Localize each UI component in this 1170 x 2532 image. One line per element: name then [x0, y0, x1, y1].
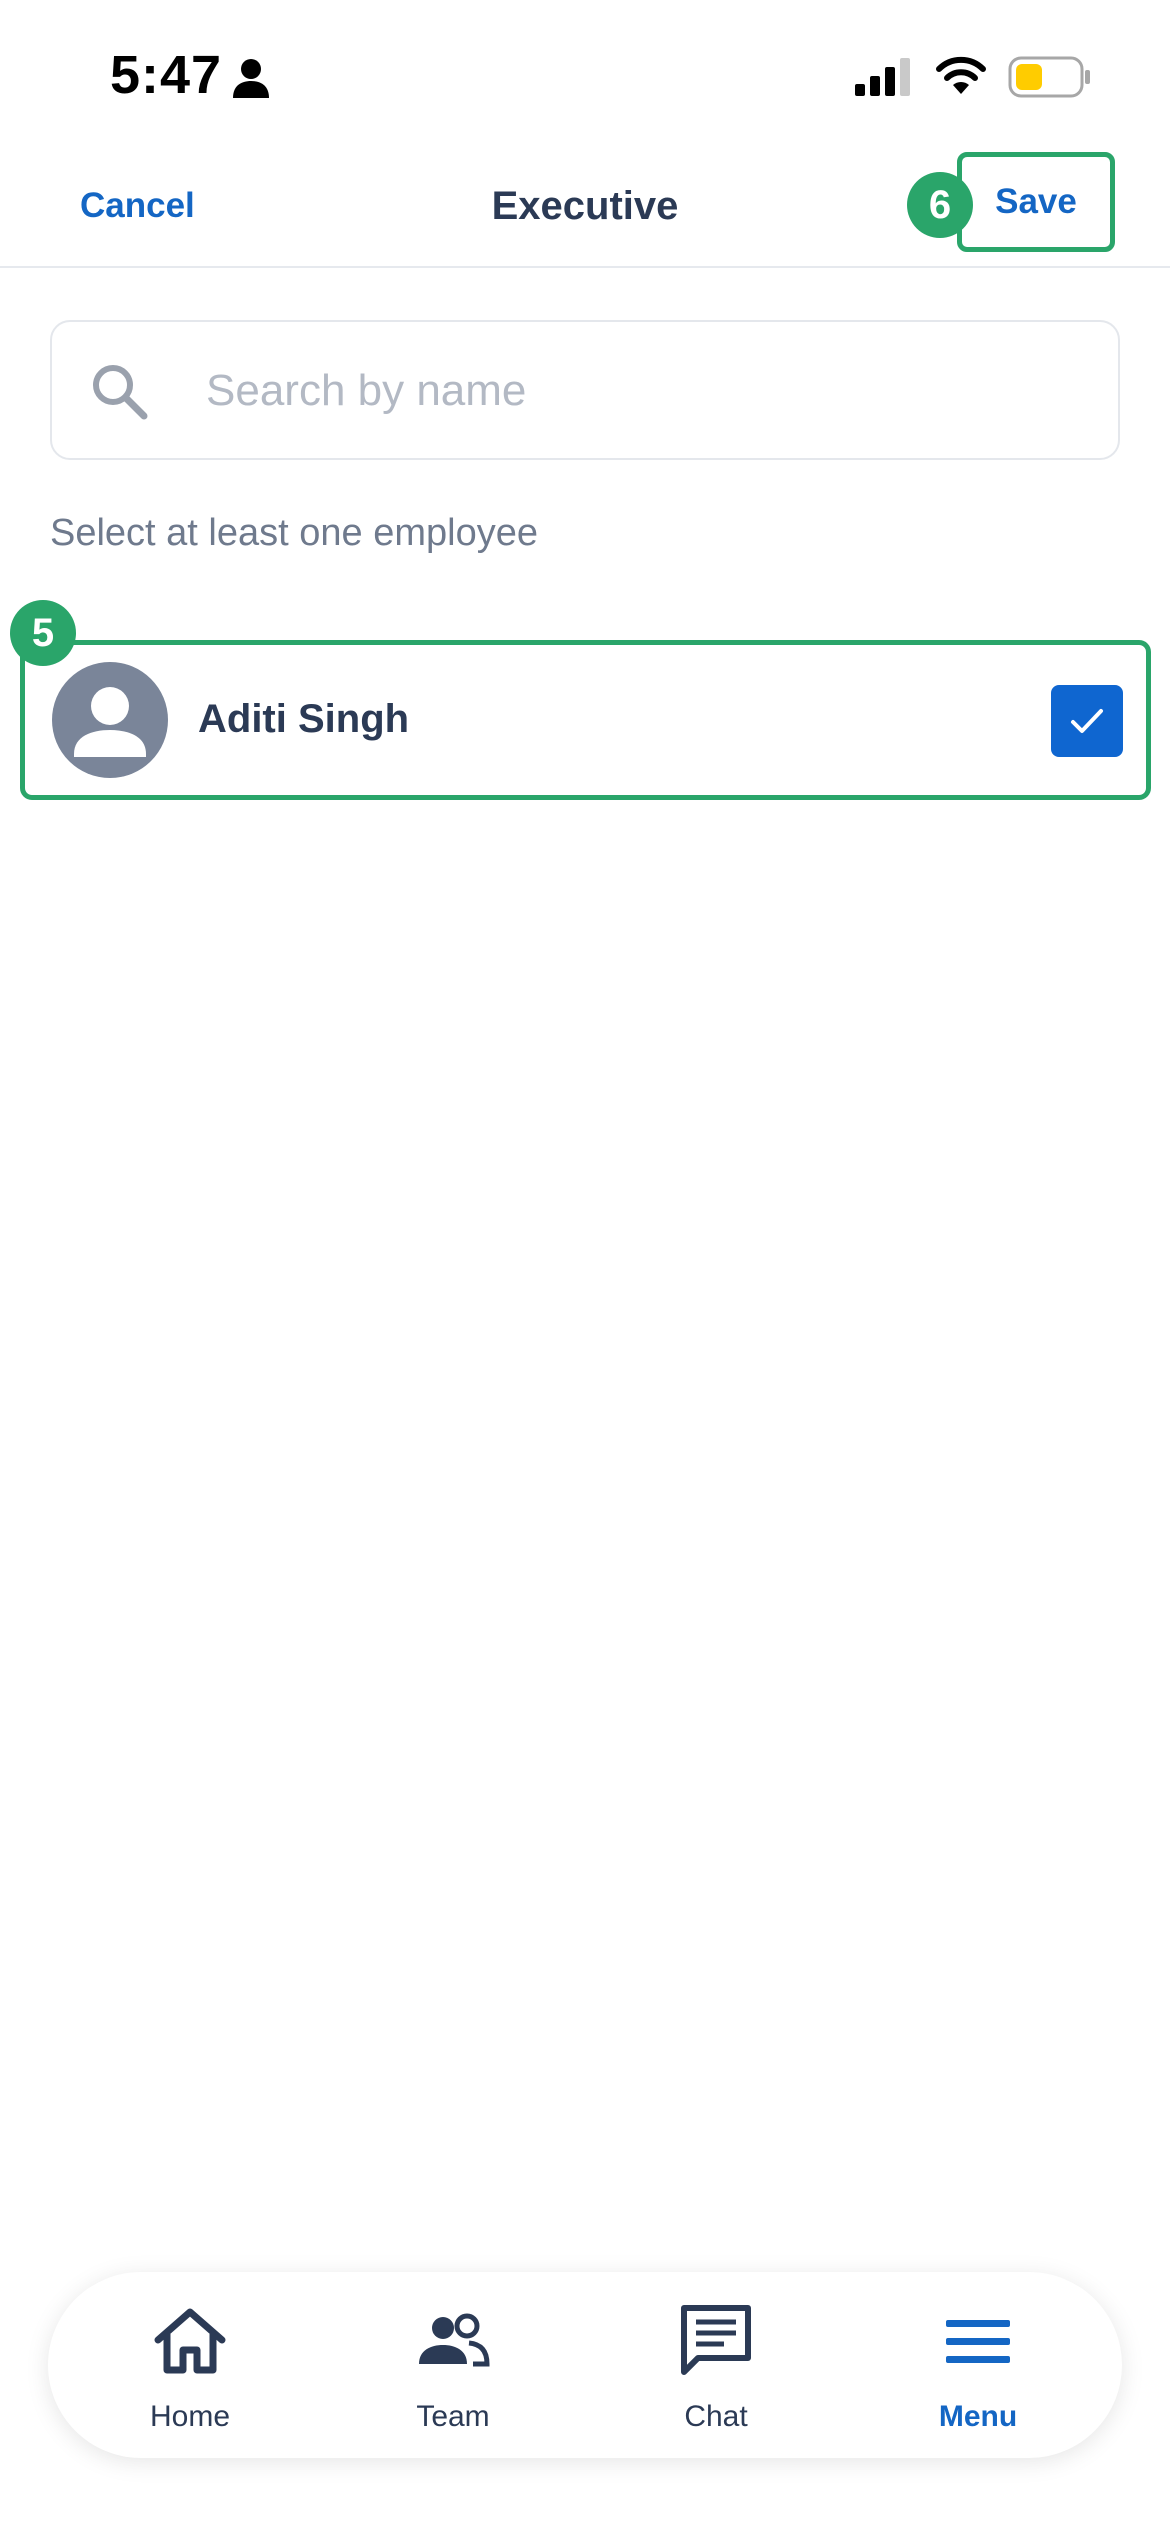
person-avatar-icon [52, 662, 168, 778]
search-input[interactable] [204, 352, 1068, 430]
nav-item-team[interactable]: Team [353, 2272, 553, 2458]
team-icon [419, 2313, 490, 2367]
cellular-signal-icon [855, 58, 910, 96]
checkmark-icon [1071, 709, 1103, 733]
employee-checkbox[interactable] [1051, 685, 1123, 757]
step-badge-employee: 5 [10, 600, 76, 666]
selection-hint: Select at least one employee [50, 512, 538, 554]
bottom-nav: Home Team Chat Menu [48, 2272, 1122, 2458]
nav-item-home[interactable]: Home [90, 2272, 290, 2458]
status-bar: 5:47 [0, 0, 1170, 150]
nav-item-chat[interactable]: Chat [616, 2272, 816, 2458]
step-badge-save: 6 [907, 172, 973, 238]
home-icon [154, 2308, 226, 2374]
person-icon [233, 59, 269, 98]
battery-icon [1008, 56, 1090, 98]
search-box[interactable] [50, 320, 1120, 460]
nav-label-team: Team [416, 2400, 490, 2433]
header-bar: Cancel Executive Save 6 [0, 150, 1170, 268]
status-time: 5:47 [110, 45, 223, 105]
nav-label-home: Home [149, 2400, 231, 2433]
employee-row[interactable]: Aditi Singh [20, 640, 1151, 800]
nav-label-chat: Chat [684, 2400, 748, 2433]
save-button[interactable]: Save [957, 152, 1115, 252]
nav-item-menu[interactable]: Menu [878, 2272, 1078, 2458]
search-icon [93, 365, 148, 420]
wifi-icon [936, 56, 986, 94]
employee-name: Aditi Singh [198, 697, 410, 741]
chat-icon [681, 2305, 751, 2375]
nav-label-menu: Menu [938, 2400, 1018, 2433]
menu-icon [946, 2320, 1010, 2363]
